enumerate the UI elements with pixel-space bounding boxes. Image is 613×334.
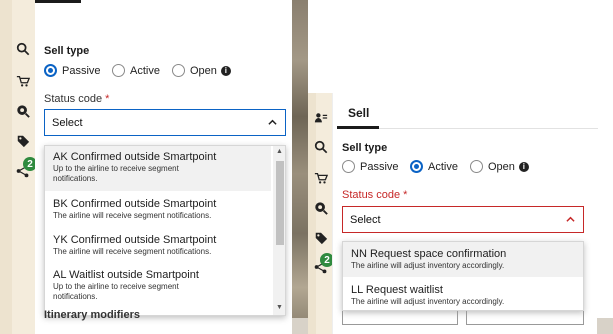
radio-circle: [470, 160, 483, 173]
dropdown-option-bk[interactable]: BK Confirmed outside Smartpoint The airl…: [45, 195, 271, 230]
left-sell-panel: Sell type Passive Active Open i Status c…: [35, 0, 292, 334]
tab-underline: [35, 0, 81, 3]
status-code-text: Status code: [44, 93, 103, 105]
info-icon[interactable]: i: [220, 65, 231, 76]
radio-passive[interactable]: Passive: [44, 64, 101, 77]
cart-icon[interactable]: [15, 73, 31, 89]
option-subtitle: The airline will receive segment notific…: [53, 247, 212, 256]
right-sell-panel: Sell Sell type Passive Active Open i Sta…: [332, 93, 598, 334]
radio-active[interactable]: Active: [410, 160, 458, 173]
itinerary-modifiers-label: Itinerary modifiers: [44, 309, 140, 321]
tag-icon[interactable]: [313, 230, 329, 246]
scroll-up-arrow[interactable]: ▲: [276, 148, 283, 155]
scroll-thumb[interactable]: [276, 161, 284, 245]
search-icon[interactable]: [313, 139, 329, 155]
status-code-select[interactable]: Select: [342, 206, 584, 233]
search-icon[interactable]: [15, 41, 31, 57]
radio-open[interactable]: Open i: [470, 160, 529, 173]
tab-sell[interactable]: Sell: [348, 106, 369, 120]
radio-label: Passive: [62, 64, 101, 77]
screenshot-stage: 2 Sell type Passive Active Open i Status…: [0, 0, 613, 334]
zoom-icon[interactable]: [15, 103, 31, 119]
dropdown-option-ll[interactable]: LL Request waitlist The airline will adj…: [343, 278, 583, 310]
radio-label: Open: [190, 64, 217, 77]
radio-active[interactable]: Active: [112, 64, 160, 77]
radio-label: Open: [488, 160, 515, 173]
option-subtitle: Up to the airline to receive segment not…: [53, 164, 179, 183]
tab-underline: [337, 126, 379, 129]
left-sidebar-rail: 2: [0, 0, 37, 334]
dropdown-option-yk[interactable]: YK Confirmed outside Smartpoint The airl…: [45, 231, 271, 266]
radio-circle: [172, 64, 185, 77]
required-mark: *: [403, 189, 408, 201]
status-code-label: Status code *: [44, 93, 109, 105]
right-sidebar-rail: 2: [308, 93, 334, 334]
option-title: YK Confirmed outside Smartpoint: [53, 234, 217, 246]
radio-circle: [410, 160, 423, 173]
chevron-up-icon: [268, 119, 277, 125]
zoom-icon[interactable]: [313, 200, 329, 216]
radio-circle: [112, 64, 125, 77]
select-value: Select: [52, 116, 83, 129]
tab-divider: [379, 128, 598, 129]
scroll-down-arrow[interactable]: ▼: [276, 304, 283, 311]
dropdown-option-al[interactable]: AL Waitlist outside Smartpoint Up to the…: [45, 266, 271, 311]
chevron-up-icon: [566, 216, 575, 222]
dropdown-scrollbar[interactable]: ▲ ▼: [273, 146, 285, 315]
option-title: AL Waitlist outside Smartpoint: [53, 269, 199, 281]
radio-circle: [44, 64, 57, 77]
background-photo: [292, 0, 308, 334]
option-title: AK Confirmed outside Smartpoint: [53, 151, 217, 163]
traveler-icon[interactable]: [313, 110, 329, 126]
status-code-select[interactable]: Select: [44, 109, 286, 136]
radio-label: Active: [428, 160, 458, 173]
option-title: BK Confirmed outside Smartpoint: [53, 198, 217, 210]
radio-passive[interactable]: Passive: [342, 160, 399, 173]
sell-type-label: Sell type: [342, 142, 388, 154]
select-value: Select: [350, 213, 381, 226]
status-code-label: Status code *: [342, 189, 407, 201]
radio-circle: [342, 160, 355, 173]
radio-label: Passive: [360, 160, 399, 173]
status-code-text: Status code: [342, 189, 401, 201]
option-subtitle: Up to the airline to receive segment not…: [53, 282, 179, 301]
option-subtitle: The airline will adjust inventory accord…: [351, 297, 505, 306]
info-icon[interactable]: i: [518, 161, 529, 172]
status-code-dropdown: AK Confirmed outside Smartpoint Up to th…: [44, 145, 286, 316]
required-mark: *: [105, 93, 110, 105]
right-top-background: [308, 0, 613, 93]
option-subtitle: The airline will adjust inventory accord…: [351, 261, 505, 270]
cart-icon[interactable]: [313, 170, 329, 186]
option-title: LL Request waitlist: [351, 284, 443, 296]
hidden-button-left[interactable]: [342, 311, 458, 325]
status-code-dropdown: NN Request space confirmation The airlin…: [342, 241, 584, 311]
radio-label: Active: [130, 64, 160, 77]
sell-type-label: Sell type: [44, 45, 90, 57]
left-rail-strip: [0, 0, 12, 334]
tag-icon[interactable]: [15, 133, 31, 149]
dropdown-option-nn[interactable]: NN Request space confirmation The airlin…: [343, 242, 583, 277]
radio-open[interactable]: Open i: [172, 64, 231, 77]
option-title: NN Request space confirmation: [351, 248, 507, 260]
option-subtitle: The airline will receive segment notific…: [53, 211, 212, 220]
hidden-button-right[interactable]: [466, 311, 584, 325]
dropdown-option-ak[interactable]: AK Confirmed outside Smartpoint Up to th…: [45, 146, 271, 191]
